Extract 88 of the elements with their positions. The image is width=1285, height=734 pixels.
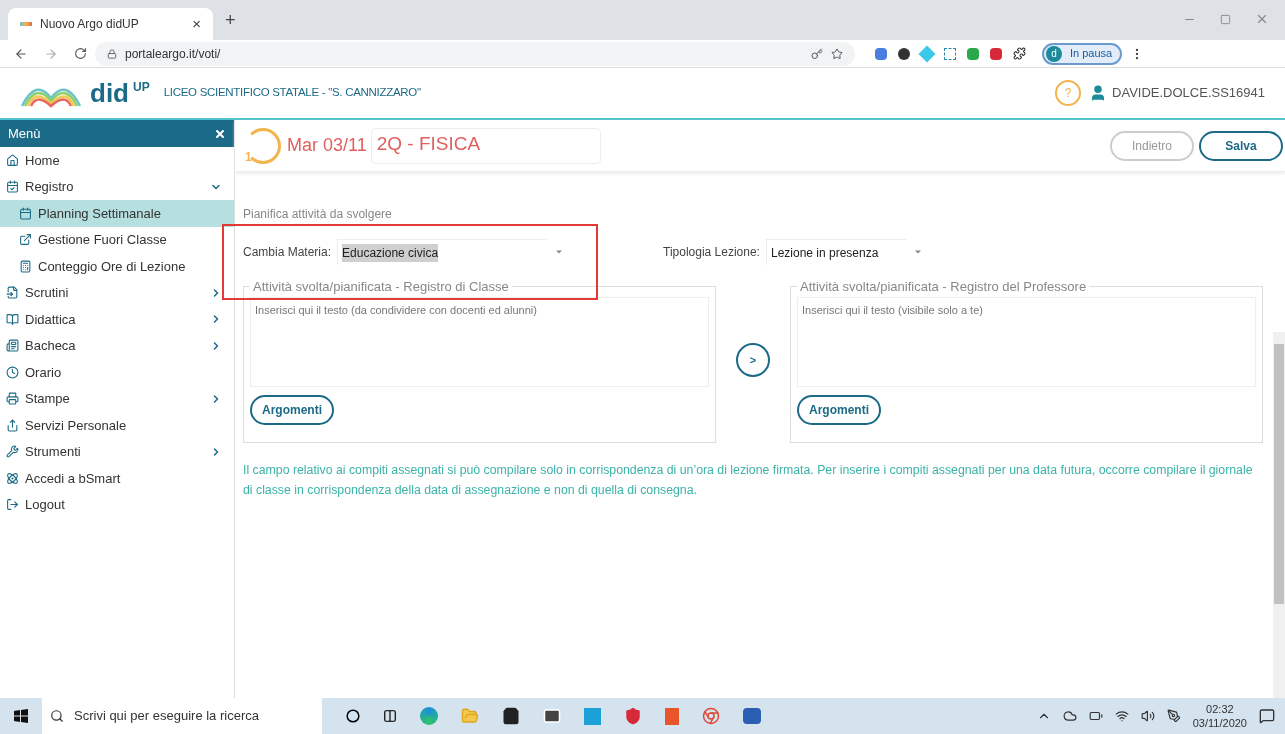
- lesson-date: Mar 03/11: [287, 134, 367, 157]
- task-view-icon[interactable]: [383, 709, 397, 723]
- office-app-icon[interactable]: [665, 707, 679, 725]
- logo-text: did: [90, 80, 129, 106]
- menu-item[interactable]: Logout: [0, 491, 234, 518]
- printer-icon: [6, 392, 19, 406]
- reload-icon[interactable]: [74, 47, 87, 60]
- school-name: LICEO SCIENTIFICO STATALE - "S. CANNIZZARO": [163, 85, 421, 101]
- scrollbar[interactable]: [1273, 332, 1285, 698]
- external-link-icon: [19, 233, 32, 247]
- text-area[interactable]: Inserisci qui il testo (da condividere con docenti ed alunni): [250, 296, 709, 387]
- panel-legend: Attività svolta/pianificata - Registro del Professore: [797, 277, 1090, 297]
- cortana-circle-icon[interactable]: [346, 709, 360, 723]
- lock-icon: [107, 48, 117, 59]
- windows-logo-icon[interactable]: [14, 709, 28, 723]
- topics-button[interactable]: Argomenti: [797, 394, 881, 425]
- extension-icon[interactable]: [898, 47, 910, 60]
- atom-icon: [6, 471, 19, 485]
- app-tile-icon[interactable]: [584, 707, 601, 725]
- browser-app-icon[interactable]: [420, 707, 438, 725]
- panel-legend: Attività svolta/pianificata - Registro di Classe: [250, 277, 512, 297]
- tab-close-button[interactable]: ×: [192, 12, 201, 36]
- profile-button[interactable]: d In pausa: [1042, 42, 1123, 65]
- menu-item[interactable]: Servizi Personale: [0, 412, 234, 439]
- menu-item[interactable]: Scrutini: [0, 279, 234, 306]
- taskbar-search-field[interactable]: Scrivi qui per eseguire la ricerca: [42, 698, 322, 734]
- select-field[interactable]: Educazione civica: [337, 239, 548, 265]
- calendar-icon: [19, 206, 32, 220]
- clock-icon: [6, 365, 19, 379]
- cloud-icon[interactable]: [1062, 709, 1077, 723]
- home-icon: [6, 153, 19, 167]
- bookmark-star-icon[interactable]: [831, 47, 843, 60]
- save-button[interactable]: Salva: [1199, 130, 1283, 161]
- text-area[interactable]: Inserisci qui il testo (visibile solo a te): [797, 296, 1256, 387]
- speaker-icon[interactable]: [1140, 709, 1155, 723]
- logo-superscript: UP: [133, 79, 150, 96]
- menu-item[interactable]: Orario: [0, 359, 234, 386]
- hour-clock-icon: 1: [245, 127, 281, 164]
- calculator-icon: [19, 259, 32, 273]
- word-app-icon[interactable]: [743, 708, 761, 724]
- new-tab-button[interactable]: +: [225, 6, 236, 34]
- chrome-icon[interactable]: [702, 707, 720, 725]
- submenu-item[interactable]: Gestione Fuori Classe: [0, 226, 234, 253]
- user-name: DAVIDE.DOLCE.SS16941: [1112, 84, 1265, 103]
- back-icon[interactable]: [14, 46, 28, 61]
- copy-right-button[interactable]: >: [736, 343, 770, 377]
- browser-tab[interactable]: Nuovo Argo didUP ×: [8, 8, 213, 40]
- puzzle-icon[interactable]: [1013, 47, 1026, 60]
- clock-date[interactable]: 03/11/2020: [1192, 716, 1247, 730]
- select-field[interactable]: Lezione in presenza: [765, 239, 906, 265]
- key-icon[interactable]: [811, 47, 823, 60]
- menu-item[interactable]: Bacheca: [0, 332, 234, 359]
- address-bar[interactable]: portaleargo.it/voti/: [95, 41, 855, 66]
- topics-button[interactable]: Argomenti: [250, 394, 334, 425]
- tab-title: Nuovo Argo didUP: [40, 16, 140, 33]
- shield-icon[interactable]: [624, 707, 642, 725]
- pen-icon[interactable]: [1166, 709, 1181, 723]
- newspaper-icon: [6, 339, 19, 353]
- notice-text: Il campo relativo ai compiti assegnati si può compilare solo in corrispondenza di un’ora di lezione firmata. Per inserire i compiti assegnati per una data futura, occorre compilare il giornale di classe in corrispondenza della data di assegnazione e non di quella di consegna.: [243, 462, 1254, 499]
- notifications-icon[interactable]: [1259, 708, 1275, 724]
- logout-icon: [6, 498, 19, 512]
- submenu-item[interactable]: Planning Settimanale: [0, 200, 234, 227]
- book-icon: [6, 312, 19, 326]
- calendar-check-icon: [6, 180, 19, 194]
- menu-item[interactable]: Registro: [0, 173, 234, 200]
- document-icon: [6, 286, 19, 300]
- favicon-icon: [20, 22, 32, 26]
- section-title: Pianifica attività da svolgere: [243, 206, 393, 223]
- menu-item[interactable]: Strumenti: [0, 438, 234, 465]
- field-label: Cambia Materia:: [243, 244, 332, 261]
- close-menu-icon[interactable]: [214, 127, 226, 140]
- menu-item[interactable]: Didattica: [0, 306, 234, 333]
- class-subject-field: 2Q - FISICA: [370, 127, 601, 164]
- menu-header: Menù: [0, 120, 234, 147]
- menu-item[interactable]: Stampe: [0, 385, 234, 412]
- scrollbar-thumb[interactable]: [1274, 344, 1284, 604]
- url-text: portaleargo.it/voti/: [125, 45, 222, 63]
- submenu-item[interactable]: Conteggio Ore di Lezione: [0, 253, 234, 280]
- close-icon[interactable]: [1255, 12, 1269, 26]
- share-icon: [6, 418, 19, 432]
- tools-icon: [6, 445, 19, 459]
- wifi-icon[interactable]: [1114, 709, 1129, 723]
- field-label: Tipologia Lezione:: [663, 244, 760, 261]
- clock-time[interactable]: 02:32: [1206, 702, 1234, 716]
- menu-item[interactable]: Home: [0, 147, 234, 174]
- search-icon: [50, 709, 64, 723]
- battery-icon[interactable]: [1088, 709, 1103, 723]
- menu-item[interactable]: Accedi a bSmart: [0, 465, 234, 492]
